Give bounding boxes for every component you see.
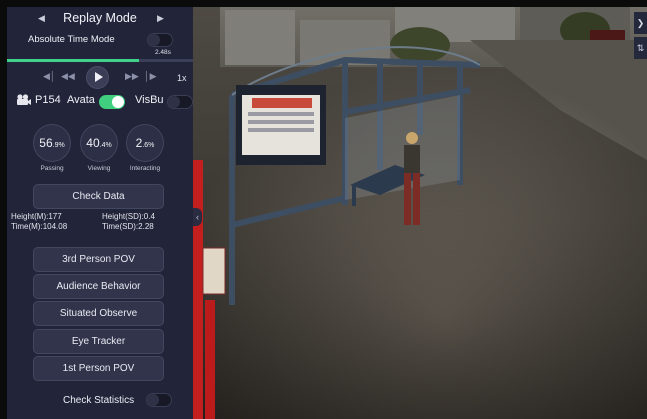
speed-label[interactable]: 1x (177, 73, 187, 83)
visbu-toggle[interactable] (167, 95, 193, 109)
skip-end-icon[interactable]: │▶ (144, 71, 157, 82)
next-mode-icon[interactable]: ▶ (157, 13, 164, 24)
check-statistics-label: Check Statistics (63, 395, 135, 406)
height-sd: Height(SD):0.4 (102, 212, 155, 221)
passing-stat: 56.9% (34, 125, 70, 161)
third-person-pov-button[interactable]: 3rd Person POV (34, 248, 163, 271)
passing-label: Passing (40, 165, 64, 172)
interacting-label: Interacting (129, 165, 161, 172)
interacting-value: 2.6% (135, 136, 155, 150)
passing-value: 56.9% (39, 136, 65, 150)
toggle-knob (168, 96, 180, 108)
mode-title: Replay Mode (63, 11, 137, 25)
toggle-knob (112, 96, 124, 108)
first-person-pov-button[interactable]: 1st Person POV (34, 357, 163, 380)
toggle-knob (148, 34, 160, 46)
audience-behavior-button[interactable]: Audience Behavior (34, 275, 163, 298)
settings-icon[interactable]: ⇅ (634, 37, 647, 59)
timeline-slider[interactable] (7, 59, 193, 62)
interacting-stat: 2.6% (127, 125, 163, 161)
avatar-label: Avata (67, 94, 95, 106)
rewind-icon[interactable]: ◀◀ (61, 71, 75, 82)
app-root: ◀ Replay Mode ▶ Absolute Time Mode 2.48s… (0, 0, 647, 419)
participant-label[interactable]: P154 (35, 94, 61, 106)
replay-panel: ◀ Replay Mode ▶ Absolute Time Mode 2.48s… (7, 7, 202, 419)
situated-observe-button[interactable]: Situated Observe (34, 302, 163, 325)
skip-start-icon[interactable]: ◀│ (43, 71, 56, 82)
avatar-toggle[interactable] (99, 95, 125, 109)
visbu-label: VisBu (135, 94, 164, 106)
eye-tracker-button[interactable]: Eye Tracker (34, 330, 163, 353)
camera-icon (17, 94, 31, 105)
time-sd: Time(SD):2.28 (102, 222, 154, 231)
viewing-label: Viewing (87, 165, 111, 172)
fast-forward-icon[interactable]: ▶▶ (125, 71, 139, 82)
check-statistics-toggle[interactable] (146, 393, 172, 407)
height-mean: Height(M):177 (11, 212, 62, 221)
time-mean: Time(M):104.08 (11, 222, 68, 231)
right-toolbar: ❯ ⇅ (634, 12, 647, 62)
viewing-value: 40.4% (86, 136, 112, 150)
absolute-time-toggle[interactable] (147, 33, 173, 47)
viewing-stat: 40.4% (81, 125, 117, 161)
absolute-time-label: Absolute Time Mode (28, 34, 115, 45)
toggle-knob (147, 394, 159, 406)
check-data-button[interactable]: Check Data (34, 185, 163, 208)
timeline-progress (7, 59, 140, 62)
time-value: 2.48s (155, 49, 171, 56)
expand-icon[interactable]: ❯ (634, 12, 647, 34)
collapse-panel-icon[interactable]: ‹ (193, 208, 202, 226)
play-button[interactable] (87, 67, 108, 88)
